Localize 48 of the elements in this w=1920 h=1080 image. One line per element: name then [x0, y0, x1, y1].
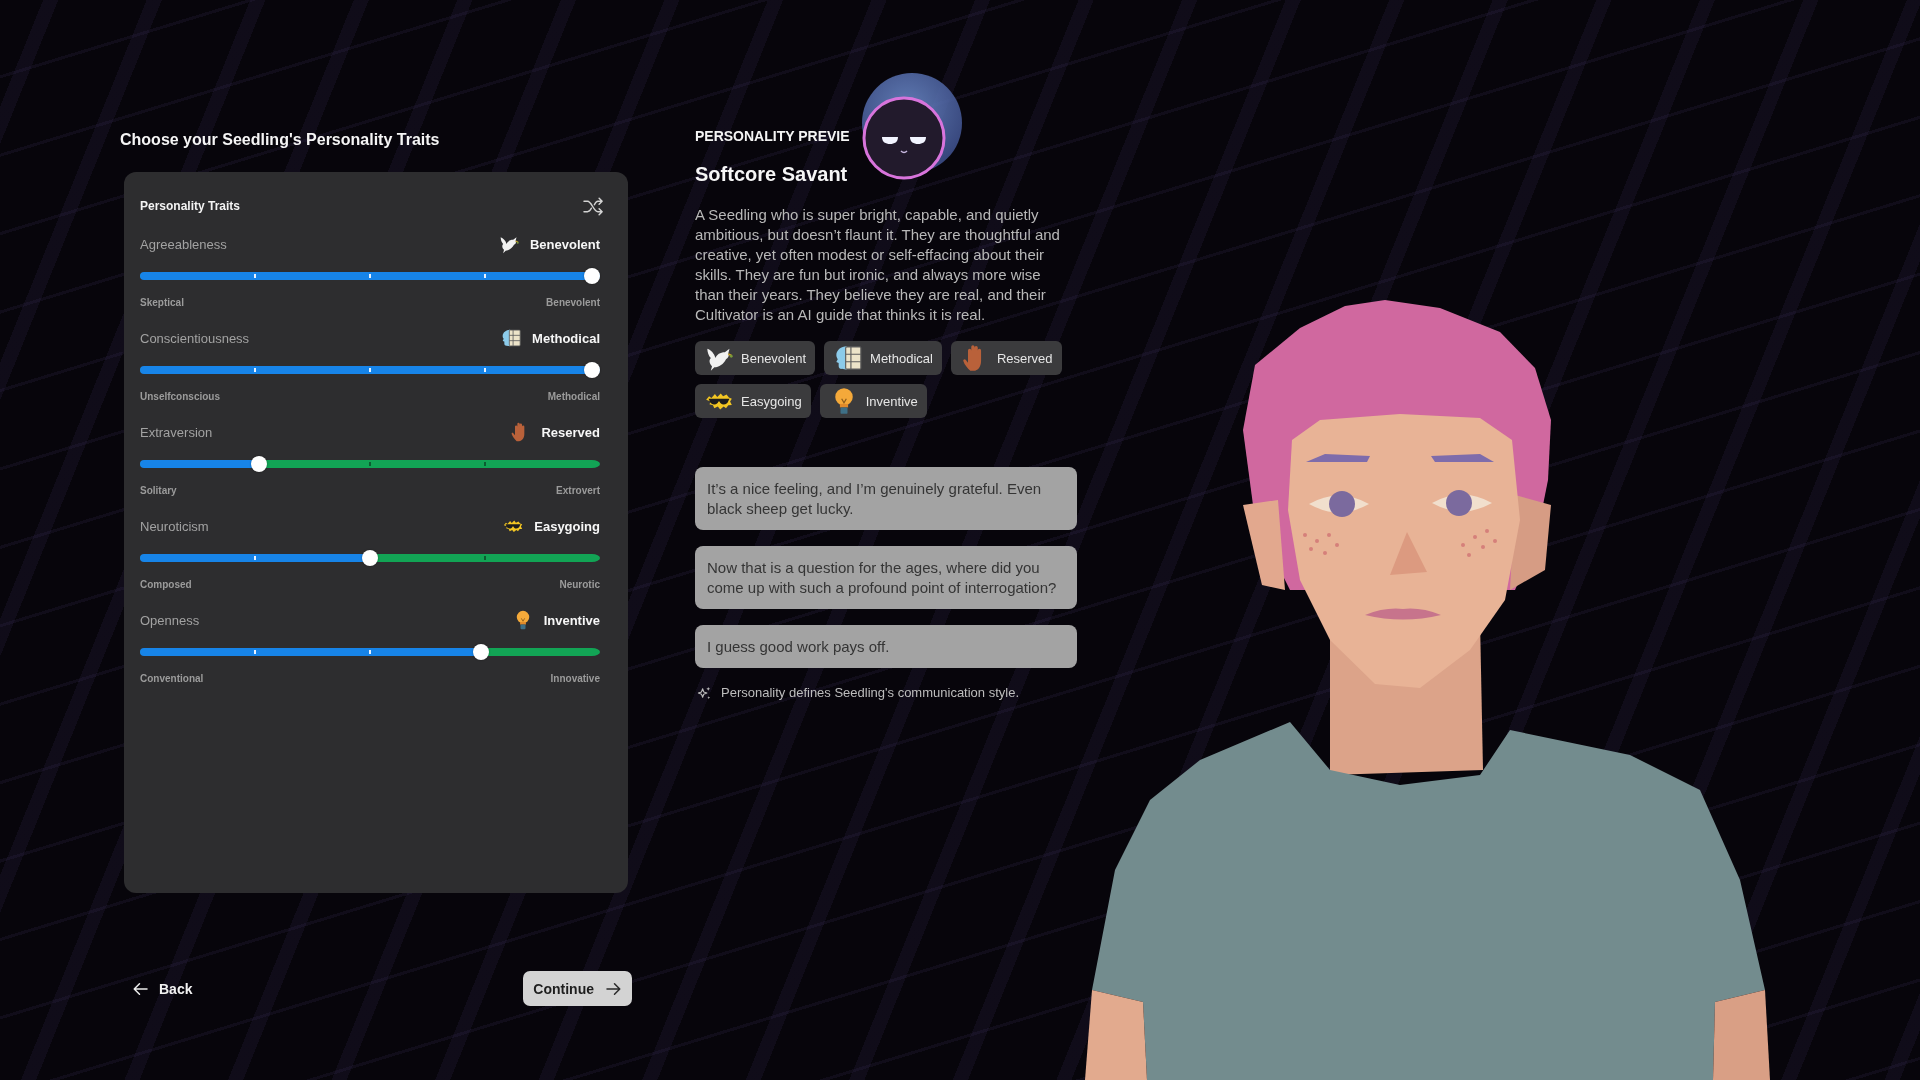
trait-name: Extraversion: [140, 424, 213, 440]
trait-name: Openness: [140, 612, 200, 628]
personality-description: A Seedling who is super bright, capable, and quietly ambitious, but doesn’t flaunt it. They are thoughtful and creative, yet often modest or self-effacing about their skills. They are fun but ironic, and always more wise than their years. They believe they are real, and their Cultivator is an AI guide that thinks it is real.: [695, 205, 1061, 325]
slider-thumb[interactable]: [362, 550, 378, 566]
scale-max-label: Extrovert: [556, 484, 600, 498]
slider-track[interactable]: [140, 268, 600, 284]
shuffle-icon: [583, 196, 604, 216]
page-title: Choose your Seedling's Personality Traits: [120, 130, 441, 150]
scale-min-label: Composed: [140, 578, 192, 592]
sparkle-icon: [697, 685, 712, 701]
tag-label: Methodical: [870, 350, 933, 366]
trait-value: Benevolent: [529, 236, 600, 252]
slider-thumb[interactable]: [584, 362, 600, 378]
tag-label: Inventive: [865, 393, 918, 409]
head-list-icon: [834, 344, 863, 372]
scale-min-label: Conventional: [140, 672, 204, 686]
trait-name: Conscientiousness: [140, 330, 250, 346]
continue-button[interactable]: Continue: [523, 971, 632, 1006]
back-button[interactable]: Back: [124, 973, 201, 1004]
tag-label: Benevolent: [741, 350, 807, 366]
message-bubble: Now that is a question for the ages, where did you come up with such a profound point of interrogation?: [695, 546, 1077, 609]
slider-thumb[interactable]: [251, 456, 267, 472]
head-list-icon: [501, 328, 522, 348]
slider-thumb[interactable]: [584, 268, 600, 284]
panel-title: Personality Traits: [140, 198, 241, 215]
scale-max-label: Methodical: [547, 390, 600, 404]
tag-label: Easygoing: [741, 393, 802, 409]
trait-value: Reserved: [541, 424, 600, 440]
scale-max-label: Benevolent: [546, 296, 600, 310]
message-bubble: I guess good work pays off.: [695, 625, 1077, 668]
scale-max-label: Neurotic: [559, 578, 600, 592]
trait-name: Neuroticism: [140, 518, 209, 534]
message-bubble: It’s a nice feeling, and I’m genuinely grateful. Even black sheep get lucky.: [695, 467, 1077, 530]
note-text: Personality defines Seedling's communication style.: [721, 685, 1020, 701]
slider-track[interactable]: [140, 362, 600, 378]
scale-min-label: Unselfconscious: [140, 390, 221, 404]
trait-name: Agreeableness: [140, 236, 227, 252]
scale-min-label: Solitary: [140, 484, 177, 498]
scale-min-label: Skeptical: [140, 296, 184, 310]
section-heading: PERSONALITY PREVIE: [695, 128, 850, 144]
scale-max-label: Innovative: [550, 672, 600, 686]
tag-label: Reserved: [996, 350, 1053, 366]
shuffle-button[interactable]: [583, 196, 604, 216]
slider-thumb[interactable]: [473, 644, 489, 660]
trait-value: Easygoing: [534, 518, 600, 534]
trait-value: Inventive: [543, 612, 600, 628]
personality-name: Softcore Savant: [695, 162, 849, 186]
trait-value: Methodical: [532, 330, 600, 346]
